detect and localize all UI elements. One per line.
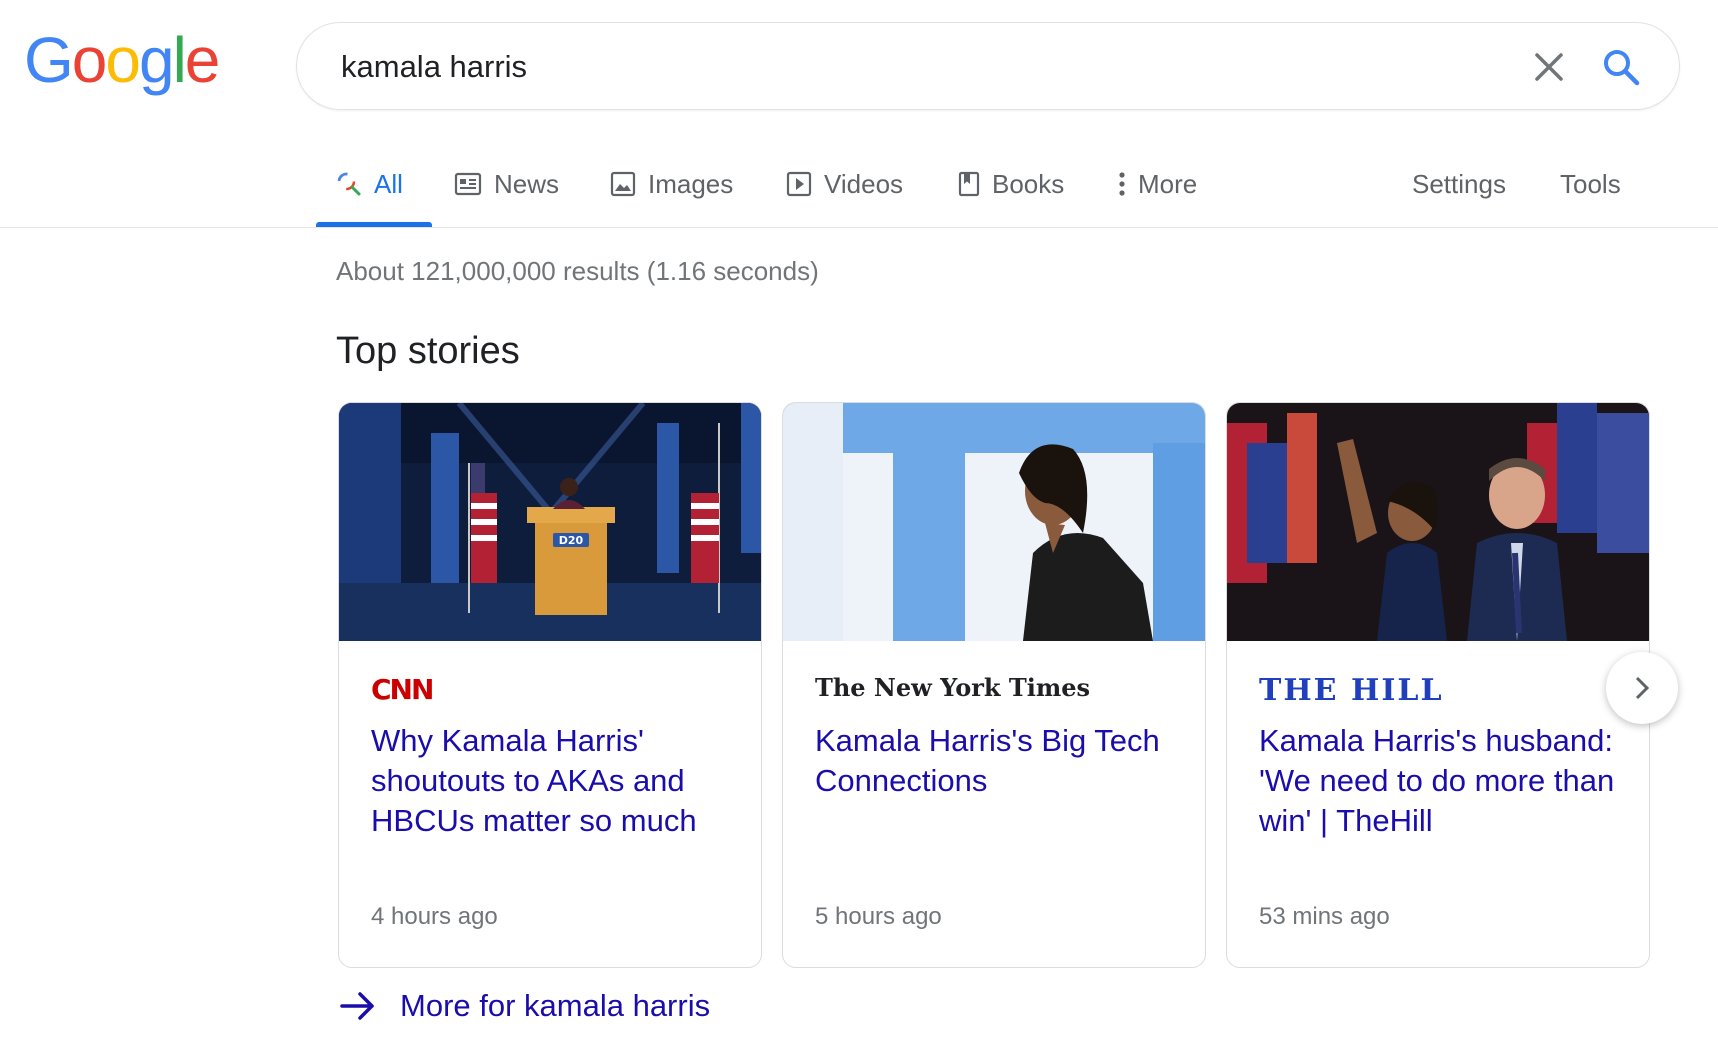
settings-link[interactable]: Settings [1412, 164, 1506, 204]
tab-label: News [494, 168, 560, 199]
tab-videos[interactable]: Videos [786, 164, 903, 204]
story-thumbnail [1227, 403, 1649, 641]
tab-label: Videos [824, 168, 904, 199]
logo-letter: e [184, 24, 221, 96]
logo-letter: o [71, 24, 108, 96]
story-time: 53 mins ago [1259, 903, 1390, 930]
google-logo[interactable]: Google [24, 24, 221, 96]
tab-news[interactable]: News [454, 164, 559, 204]
tab-books[interactable]: Books [958, 164, 1064, 204]
settings-label: Settings [1412, 168, 1506, 199]
tools-link[interactable]: Tools [1560, 164, 1621, 204]
tab-all[interactable]: All [336, 164, 403, 204]
tab-label: All [374, 168, 403, 199]
result-stats: About 121,000,000 results (1.16 seconds) [336, 256, 819, 286]
source-logo-cnn: CNN [371, 673, 434, 706]
logo-letter: o [105, 24, 141, 96]
more-link-label: More for kamala harris [400, 988, 711, 1023]
chevron-right-icon [1635, 676, 1650, 700]
story-thumbnail: D20 [339, 403, 761, 641]
tab-label: More [1138, 168, 1198, 199]
more-stories-link[interactable]: More for kamala harris [340, 988, 710, 1024]
story-card[interactable]: D20 CNN Why Kamala Harris' shoutouts to … [338, 402, 762, 968]
story-thumbnail [783, 403, 1205, 641]
play-icon [786, 171, 812, 197]
story-card[interactable]: The New York Times Kamala Harris's Big T… [782, 402, 1206, 968]
source-logo-nyt: The New York Times [815, 673, 1090, 702]
story-headline[interactable]: Kamala Harris's Big Tech Connections [815, 721, 1175, 801]
source-label: CNN [371, 673, 434, 706]
arrow-right-icon [340, 992, 374, 1020]
tab-label: Images [648, 168, 734, 199]
tab-more[interactable]: More [1118, 164, 1197, 204]
story-headline[interactable]: Kamala Harris's husband: 'We need to do … [1259, 721, 1619, 841]
active-tab-indicator [316, 222, 432, 227]
tab-images[interactable]: Images [610, 164, 733, 204]
logo-letter: l [172, 24, 187, 96]
source-logo-thehill: THE HILL [1259, 673, 1444, 708]
search-input[interactable] [339, 43, 1443, 91]
close-icon[interactable] [1531, 49, 1567, 85]
search-box[interactable] [296, 22, 1680, 110]
story-headline[interactable]: Why Kamala Harris' shoutouts to AKAs and… [371, 721, 731, 841]
story-card[interactable]: THE HILL Kamala Harris's husband: 'We ne… [1226, 402, 1650, 968]
carousel-next-button[interactable] [1606, 652, 1678, 724]
story-time: 4 hours ago [371, 903, 498, 930]
section-title: Top stories [336, 330, 520, 372]
podium-text: D20 [559, 534, 584, 547]
news-icon [454, 172, 482, 196]
image-icon [610, 171, 636, 197]
tools-label: Tools [1560, 168, 1621, 199]
logo-letter: g [138, 24, 175, 96]
search-icon [337, 172, 361, 196]
kebab-icon [1119, 172, 1125, 196]
story-time: 5 hours ago [815, 903, 942, 930]
logo-letter: G [24, 24, 74, 96]
tab-label: Books [992, 168, 1065, 199]
search-tabs: All News Images Videos Books More Settin… [0, 140, 1718, 228]
search-icon[interactable] [1601, 47, 1641, 87]
book-icon [958, 171, 980, 197]
source-label: The New York Times [815, 673, 1090, 702]
source-label: THE HILL [1259, 673, 1444, 708]
